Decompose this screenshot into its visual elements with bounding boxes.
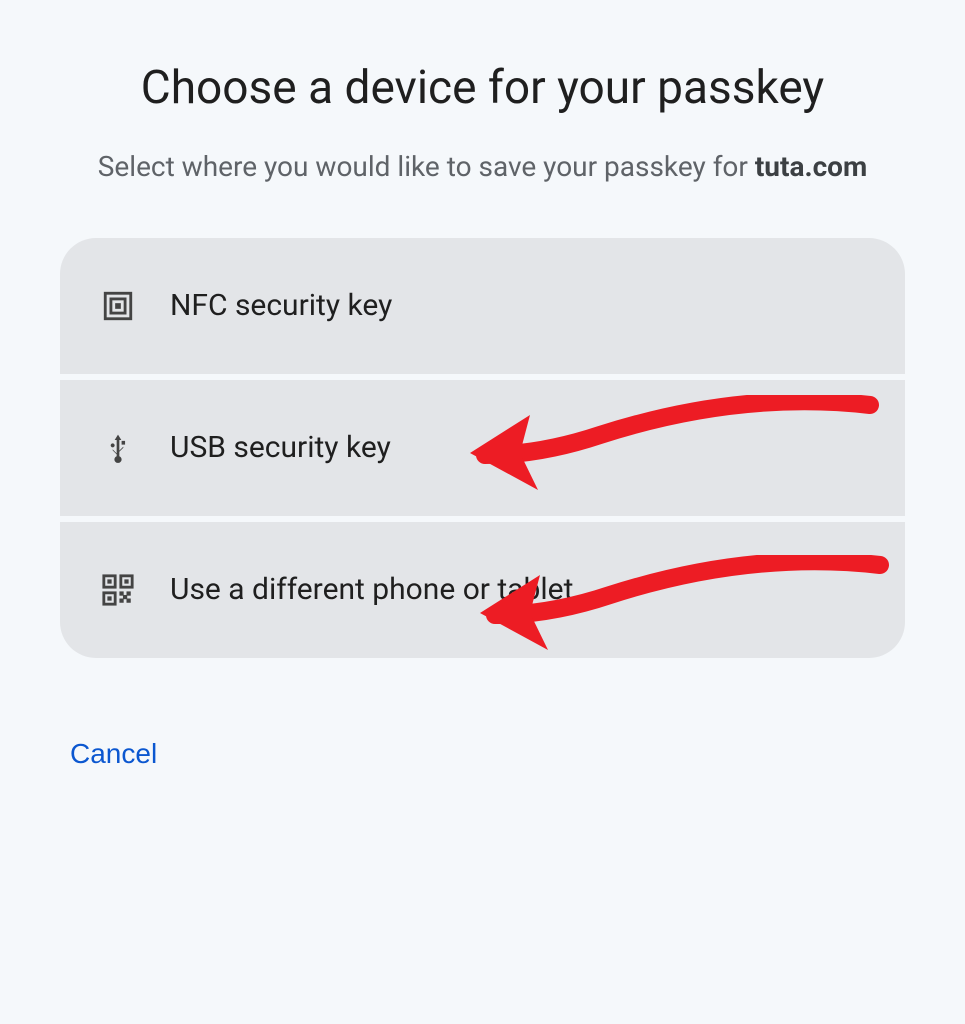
dialog-subtitle-text: Select where you would like to save your…	[98, 150, 755, 183]
nfc-icon	[100, 288, 136, 324]
dialog-title: Choose a device for your passkey	[60, 60, 905, 118]
dialog-subtitle-domain: tuta.com	[755, 150, 867, 183]
device-options-list: NFC security key USB security key	[60, 238, 905, 658]
option-label: USB security key	[170, 430, 391, 465]
qr-icon	[100, 572, 136, 608]
option-label: NFC security key	[170, 288, 392, 323]
dialog-subtitle: Select where you would like to save your…	[60, 146, 905, 188]
usb-icon	[100, 430, 136, 466]
cancel-button[interactable]: Cancel	[70, 738, 157, 770]
option-different-phone-tablet[interactable]: Use a different phone or tablet	[60, 522, 905, 658]
option-usb-security-key[interactable]: USB security key	[60, 380, 905, 516]
option-nfc-security-key[interactable]: NFC security key	[60, 238, 905, 374]
option-label: Use a different phone or tablet	[170, 572, 573, 607]
